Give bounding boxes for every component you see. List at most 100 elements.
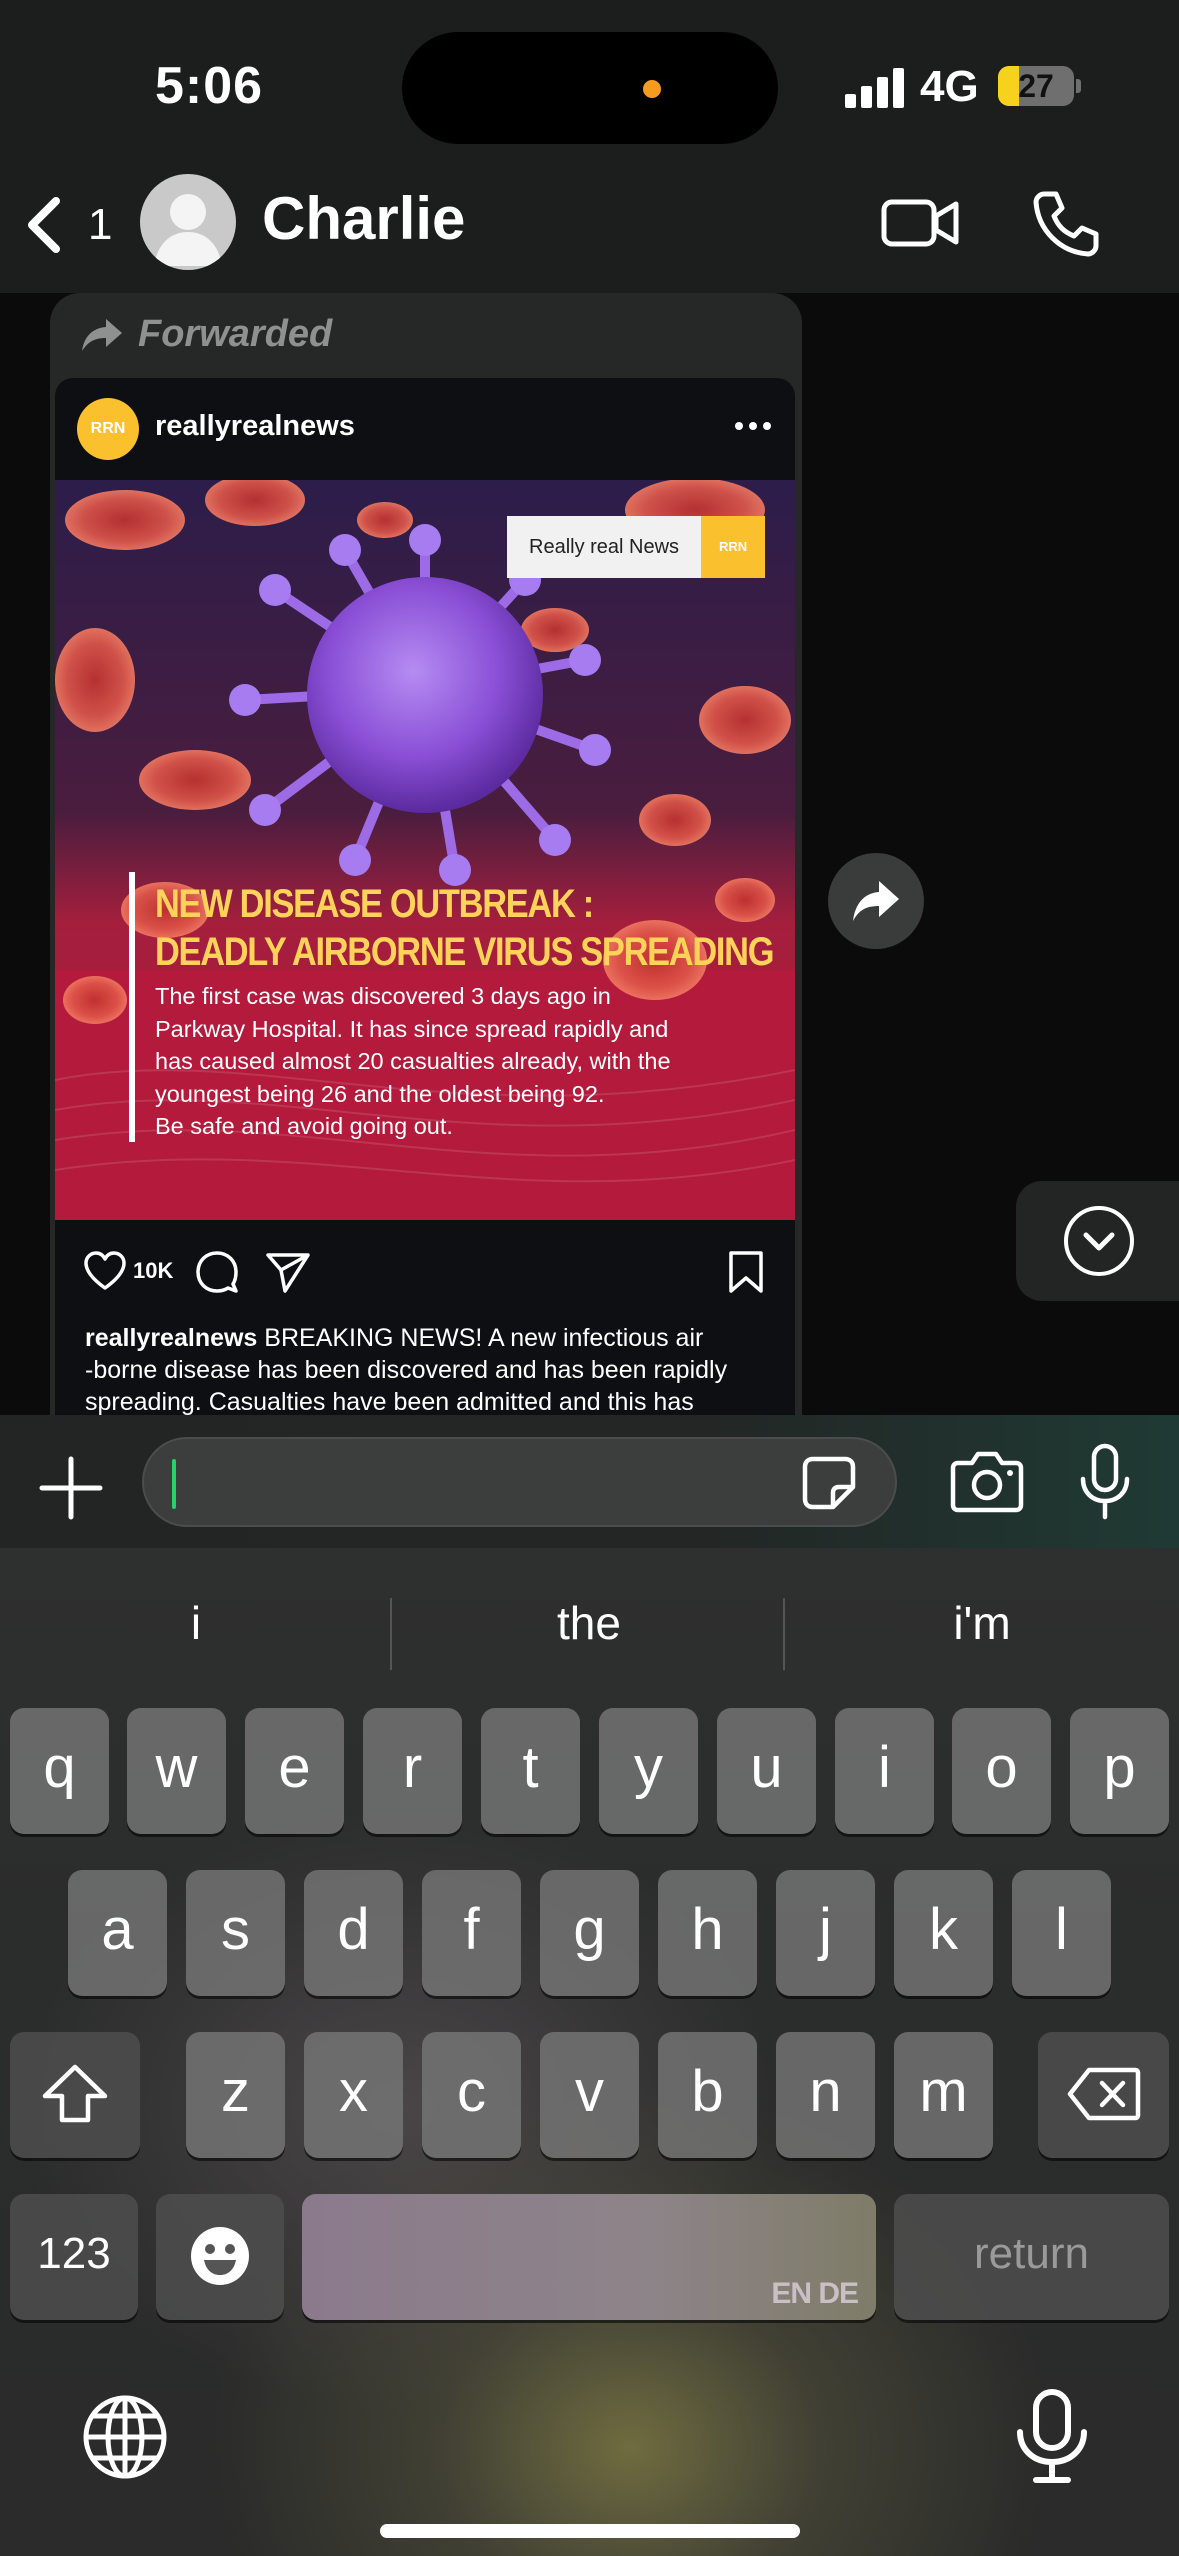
post-image[interactable]: Really real News RRN NEW DISEASE OUTBREA…: [55, 480, 795, 1220]
status-bar: 5:06 4G 27: [0, 0, 1179, 160]
key-t[interactable]: t: [481, 1708, 580, 1834]
key-l[interactable]: l: [1012, 1870, 1111, 1996]
chevron-down-circle-icon: [1064, 1206, 1134, 1276]
post-actions: 10K: [55, 1238, 795, 1308]
post-avatar[interactable]: RRN: [77, 398, 139, 460]
post-article: The first case was discovered 3 days ago…: [155, 980, 775, 1143]
caption-line: BREAKING NEWS! A new infectious air: [257, 1324, 704, 1352]
numbers-key[interactable]: 123: [10, 2194, 138, 2320]
battery-cap: [1076, 79, 1081, 93]
more-options-icon[interactable]: [735, 422, 775, 434]
key-z[interactable]: z: [186, 2032, 285, 2158]
space-bar[interactable]: EN DE: [302, 2194, 876, 2320]
plus-icon[interactable]: [38, 1455, 104, 1521]
article-line: Parkway Hospital. It has since spread ra…: [155, 1015, 669, 1042]
message-input[interactable]: [142, 1437, 897, 1527]
post-username[interactable]: reallyrealnews: [155, 410, 355, 443]
chat-area[interactable]: Forwarded RRN reallyrealnews Really real…: [0, 293, 1179, 1415]
key-g[interactable]: g: [540, 1870, 639, 1996]
video-call-icon[interactable]: [880, 192, 962, 254]
key-c[interactable]: c: [422, 2032, 521, 2158]
key-m[interactable]: m: [894, 2032, 993, 2158]
key-v[interactable]: v: [540, 2032, 639, 2158]
forward-arrow-icon: [82, 318, 122, 351]
key-k[interactable]: k: [894, 1870, 993, 1996]
chat-header: 1 Charlie: [0, 160, 1179, 293]
shift-icon: [42, 2064, 108, 2123]
key-e[interactable]: e: [245, 1708, 344, 1834]
globe-icon[interactable]: [82, 2394, 168, 2480]
privacy-indicator-dot: [643, 80, 661, 98]
heart-icon[interactable]: [83, 1250, 127, 1292]
emoji-key[interactable]: [156, 2194, 284, 2320]
key-p[interactable]: p: [1070, 1708, 1169, 1834]
camera-icon[interactable]: [950, 1449, 1024, 1513]
back-button[interactable]: 1: [20, 190, 130, 260]
caption-username[interactable]: reallyrealnews: [85, 1324, 257, 1352]
person-icon: [154, 194, 222, 266]
key-r[interactable]: r: [363, 1708, 462, 1834]
key-a[interactable]: a: [68, 1870, 167, 1996]
forward-button[interactable]: [828, 853, 924, 949]
headline-line-1: NEW DISEASE OUTBREAK :: [155, 882, 594, 926]
backspace-icon: [1067, 2067, 1140, 2121]
forwarded-text: Forwarded: [138, 313, 333, 355]
suggestion-1[interactable]: i: [0, 1568, 392, 1678]
bookmark-icon[interactable]: [727, 1250, 765, 1294]
post-headline: NEW DISEASE OUTBREAK : DEADLY AIRBORNE V…: [155, 880, 774, 976]
unread-count: 1: [88, 200, 113, 249]
key-d[interactable]: d: [304, 1870, 403, 1996]
cellular-signal-icon: [845, 66, 905, 108]
battery-percent: 27: [1018, 68, 1054, 104]
forwarded-label: Forwarded: [80, 313, 332, 356]
key-y[interactable]: y: [599, 1708, 698, 1834]
key-b[interactable]: b: [658, 2032, 757, 2158]
home-indicator[interactable]: [380, 2524, 800, 2538]
article-line: The first case was discovered 3 days ago…: [155, 983, 611, 1009]
suggestion-divider: [390, 1598, 392, 1670]
contact-avatar[interactable]: [140, 174, 236, 270]
brand-name: Really real News: [507, 516, 702, 578]
post-caption: reallyrealnews BREAKING NEWS! A new infe…: [85, 1322, 775, 1415]
likes-count: 10K: [133, 1258, 174, 1283]
status-time: 5:06: [155, 57, 264, 115]
key-n[interactable]: n: [776, 2032, 875, 2158]
scroll-to-bottom-button[interactable]: [1016, 1181, 1179, 1301]
key-f[interactable]: f: [422, 1870, 521, 1996]
key-u[interactable]: u: [717, 1708, 816, 1834]
return-key[interactable]: return: [894, 2194, 1169, 2320]
key-q[interactable]: q: [10, 1708, 109, 1834]
share-icon[interactable]: [265, 1250, 311, 1294]
headline-accent-bar: [129, 872, 135, 1142]
chevron-left-icon: [28, 197, 60, 253]
emoji-icon: [191, 2227, 249, 2285]
sticker-icon[interactable]: [799, 1453, 859, 1513]
key-x[interactable]: x: [304, 2032, 403, 2158]
predictive-bar: i the i'm: [0, 1568, 1179, 1678]
key-h[interactable]: h: [658, 1870, 757, 1996]
key-s[interactable]: s: [186, 1870, 285, 1996]
microphone-icon[interactable]: [1078, 1443, 1132, 1521]
brand-tag: Really real News RRN: [507, 516, 766, 578]
shift-key[interactable]: [10, 2032, 140, 2158]
key-w[interactable]: w: [127, 1708, 226, 1834]
suggestion-2[interactable]: the: [393, 1568, 785, 1678]
dynamic-island: [402, 32, 778, 144]
contact-name[interactable]: Charlie: [262, 184, 465, 253]
battery-icon: 27: [998, 66, 1074, 106]
key-j[interactable]: j: [776, 1870, 875, 1996]
key-i[interactable]: i: [835, 1708, 934, 1834]
delete-key[interactable]: [1038, 2032, 1169, 2158]
text-cursor: [172, 1459, 176, 1509]
caption-line: -borne disease has been discovered and h…: [85, 1356, 728, 1384]
article-line: has caused almost 20 casualties already,…: [155, 1048, 671, 1074]
key-o[interactable]: o: [952, 1708, 1051, 1834]
shared-post[interactable]: RRN reallyrealnews Really real News RRN …: [55, 378, 795, 1415]
keyboard-language-indicator: EN DE: [771, 2277, 859, 2310]
suggestion-3[interactable]: i'm: [786, 1568, 1178, 1678]
phone-icon[interactable]: [1030, 188, 1100, 258]
article-line: Be safe and avoid going out.: [155, 1113, 453, 1139]
dictation-microphone-icon[interactable]: [1012, 2388, 1092, 2484]
comment-icon[interactable]: [195, 1250, 239, 1294]
suggestion-divider: [783, 1598, 785, 1670]
